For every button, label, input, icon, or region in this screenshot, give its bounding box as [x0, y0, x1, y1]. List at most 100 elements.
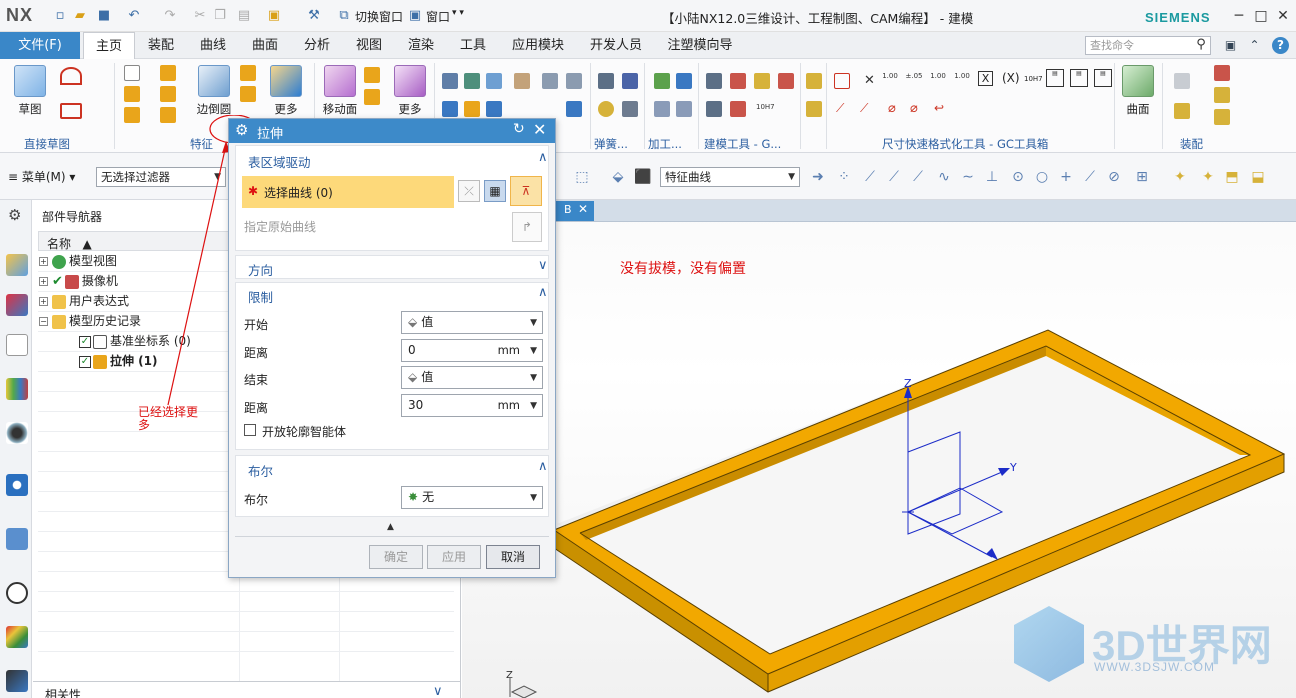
direct-sketch-group-label[interactable]: 直接草图 — [24, 136, 70, 152]
tab-view[interactable]: 视图 — [348, 32, 390, 59]
gc-tool-icon[interactable] — [806, 73, 822, 89]
edge-blend-button[interactable]: 边倒圆 — [192, 65, 236, 117]
extrude-history-icon[interactable]: ▣ — [266, 8, 282, 24]
new-file-icon[interactable]: ▫ — [52, 8, 68, 24]
reset-icon[interactable]: ↻ — [513, 121, 525, 137]
expand-icon[interactable]: + — [39, 257, 48, 266]
ribbon-options-icon[interactable]: ▣ — [1222, 37, 1239, 54]
sew-icon[interactable] — [566, 73, 582, 89]
chevron-up-icon[interactable]: ∧ — [538, 150, 548, 165]
specify-curve-label[interactable]: 指定原始曲线 — [244, 218, 316, 235]
close-button[interactable]: ✕ — [1274, 7, 1292, 25]
chevron-down-icon[interactable]: ∨ — [433, 684, 443, 698]
system-materials-icon[interactable] — [6, 670, 28, 692]
file-menu[interactable]: 文件(F) — [0, 32, 80, 59]
undo-format-icon[interactable]: ↩ — [934, 101, 944, 115]
sketch-section-icon[interactable]: ▦ — [484, 180, 506, 202]
build-tool-icon-3[interactable] — [754, 73, 770, 89]
window-icon[interactable]: ▣ — [407, 8, 423, 24]
gear-tool-icon[interactable] — [598, 101, 614, 117]
grid-snap-icon[interactable]: ⊞ — [1134, 169, 1150, 185]
end-distance-input[interactable]: 30 mm ▼ — [401, 394, 543, 417]
section-limits-title[interactable]: 限制 — [248, 287, 273, 306]
endpoint-icon[interactable]: ⟋ — [886, 169, 902, 185]
deselect-icon[interactable]: ⤫ — [458, 180, 480, 202]
history-eye-icon[interactable] — [6, 422, 28, 444]
expand-icon[interactable]: + — [39, 297, 48, 306]
fit-tolerance-icon-3[interactable]: ▤ — [1094, 69, 1112, 87]
hole-icon[interactable] — [160, 65, 176, 81]
open-profile-checkbox[interactable] — [244, 424, 256, 436]
check-icon[interactable] — [654, 73, 670, 89]
more-options-toggle-icon[interactable]: ▲ — [387, 522, 394, 532]
build-tool-icon-6[interactable] — [730, 101, 746, 117]
reuse-library-icon[interactable] — [6, 378, 28, 400]
rib-icon[interactable] — [464, 101, 480, 117]
move-face-button[interactable]: 移动面 — [318, 65, 362, 117]
window-dropdown-icon[interactable]: ▾ ▾ — [452, 8, 464, 18]
tab-tools[interactable]: 工具 — [452, 32, 494, 59]
move-component-icon[interactable] — [1214, 87, 1230, 103]
machining-group-label[interactable]: 加工... — [648, 136, 682, 152]
dim-format-icon-3[interactable]: 1.00 — [928, 72, 948, 80]
visibility-checkbox[interactable]: ✓ — [79, 335, 91, 348]
offset-face-icon[interactable] — [364, 67, 380, 83]
dimension-group-label[interactable]: 尺寸快速格式化工具 - GC工具箱 — [882, 136, 1048, 152]
assembly-navigator-icon[interactable] — [6, 254, 28, 276]
collapse-icon[interactable]: − — [39, 317, 48, 326]
dim-format-icon-4[interactable]: 1.00 — [952, 72, 972, 80]
add-component-icon[interactable] — [1174, 103, 1190, 119]
point-on-face-icon[interactable]: ⊘ — [1106, 169, 1122, 185]
wave-icon[interactable]: ∼ — [960, 169, 976, 185]
dimension-icon[interactable] — [834, 73, 850, 89]
basic-dim-icon[interactable]: X — [978, 71, 993, 86]
start-distance-input[interactable]: 0 mm ▼ — [401, 339, 543, 362]
section-direction-title[interactable]: 方向 — [248, 260, 273, 279]
process-studio-icon[interactable] — [6, 528, 28, 550]
clear-format-icon[interactable]: ✕ — [864, 73, 875, 88]
chevron-up-icon[interactable]: ∧ — [538, 459, 548, 474]
curve-selection-icon[interactable]: ⊼ — [510, 176, 542, 206]
pattern-icon[interactable] — [442, 73, 458, 89]
boss-icon[interactable] — [160, 86, 176, 102]
fit-tolerance-icon-1[interactable]: ▤ — [1046, 69, 1064, 87]
more-sync-button[interactable]: 更多 — [388, 65, 432, 117]
minimize-button[interactable]: ─ — [1230, 7, 1248, 25]
assembly-small-icon[interactable]: ✦ — [1200, 169, 1216, 185]
snap-icon[interactable]: ⁘ — [836, 169, 852, 185]
offset-icon[interactable] — [566, 101, 582, 117]
angle-dim-icon[interactable]: ⟋ — [836, 101, 844, 116]
original-curve-icon[interactable]: ↱ — [512, 212, 542, 242]
constraint-navigator-icon[interactable] — [6, 294, 28, 316]
datum-plane-icon[interactable] — [124, 65, 140, 81]
dim-format-icon-2[interactable]: ±.05 — [904, 72, 924, 80]
switch-window-icon[interactable]: ⧉ — [336, 8, 352, 24]
existing-point-icon[interactable]: + — [1058, 169, 1074, 185]
hole-standard-icon[interactable]: 10H7 — [756, 103, 775, 111]
center-icon[interactable]: ⊙ — [1010, 169, 1026, 185]
assembly-tool-icon[interactable] — [1214, 109, 1230, 125]
maximize-button[interactable]: □ — [1252, 7, 1270, 25]
constraint-icon[interactable] — [1214, 65, 1230, 81]
sketch-button[interactable]: 草图 — [8, 65, 52, 117]
quadrant-icon[interactable]: ○ — [1034, 169, 1050, 185]
assembly-move-icon[interactable]: ⬒ — [1224, 169, 1240, 185]
extrude-icon[interactable] — [124, 86, 140, 102]
end-type-select[interactable]: ⬙ 值 ▼ — [401, 366, 543, 389]
redo-icon[interactable]: ↷ — [162, 8, 178, 24]
tab-developer[interactable]: 开发人员 — [584, 32, 648, 59]
dialog-title-bar[interactable]: ⚙ 拉伸 ↻ ✕ — [229, 119, 555, 143]
operation-icon[interactable] — [654, 101, 670, 117]
combine-icon[interactable] — [486, 73, 502, 89]
dialog-close-icon[interactable]: ✕ — [533, 120, 546, 139]
build-tool-icon-4[interactable] — [778, 73, 794, 89]
spring-icon[interactable] — [598, 73, 614, 89]
section-boolean-title[interactable]: 布尔 — [248, 461, 273, 480]
build-tools-group-label[interactable]: 建模工具 - G... — [704, 136, 781, 152]
diameter-icon-2[interactable]: ⌀ — [910, 101, 918, 116]
point-on-curve-icon[interactable]: ⟋ — [1082, 169, 1098, 185]
tab-analysis[interactable]: 分析 — [296, 32, 338, 59]
ok-button[interactable]: 确定 — [369, 545, 423, 569]
radius-dim-icon[interactable]: ⟋ — [860, 101, 868, 116]
replace-face-icon[interactable] — [364, 89, 380, 105]
